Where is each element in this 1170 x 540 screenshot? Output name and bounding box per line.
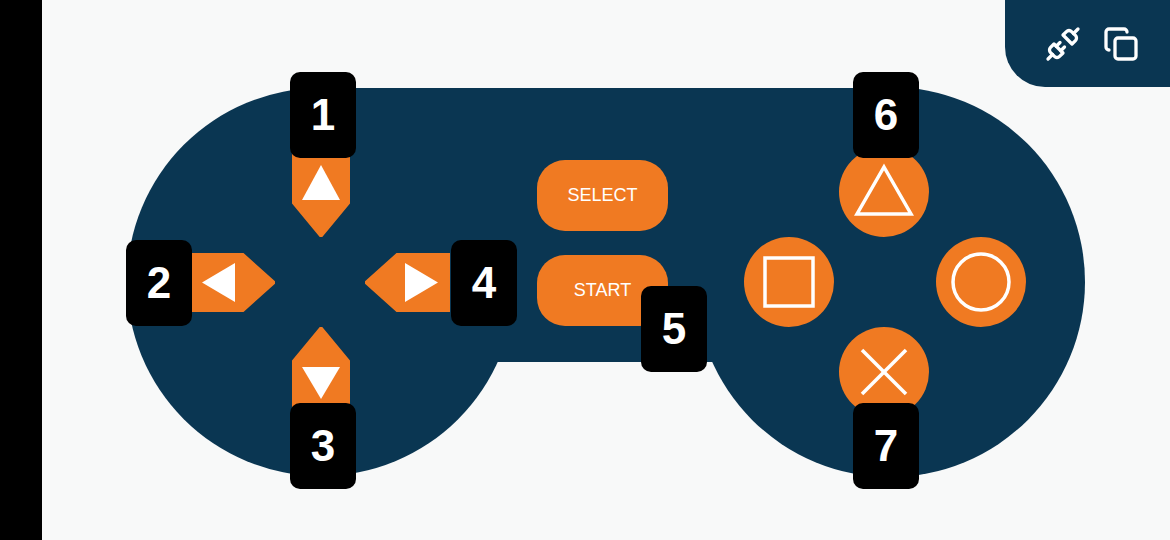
left-edge-bar	[0, 0, 42, 540]
dpad-down-button[interactable]	[292, 327, 350, 410]
number-badge: 7	[853, 403, 919, 489]
number-badge: 2	[126, 240, 192, 326]
dpad-up-button[interactable]	[292, 150, 350, 237]
number-badge: 1	[290, 72, 356, 158]
dpad-right-button[interactable]	[365, 253, 450, 312]
square-icon	[759, 252, 819, 312]
cross-icon	[854, 342, 914, 402]
number-badge: 5	[641, 286, 707, 372]
disconnect-button[interactable]	[1045, 26, 1081, 62]
gamepad-screen: 1234SELECTSTART567	[0, 0, 1170, 540]
arrow-left-icon	[190, 253, 275, 312]
circle-icon	[951, 252, 1011, 312]
unplug-icon	[1045, 26, 1081, 62]
arrow-up-icon	[292, 150, 350, 237]
copy-icon	[1103, 26, 1139, 62]
number-badge: 4	[451, 240, 517, 326]
number-badge: 3	[290, 403, 356, 489]
square-button[interactable]	[744, 237, 834, 327]
number-badge: 6	[853, 72, 919, 158]
center-button[interactable]: SELECT	[537, 160, 668, 231]
window-button[interactable]	[1103, 26, 1139, 62]
arrow-down-icon	[292, 327, 350, 410]
triangle-button[interactable]	[839, 147, 929, 237]
arrow-right-icon	[365, 253, 450, 312]
circle-button[interactable]	[936, 237, 1026, 327]
dpad-left-button[interactable]	[190, 253, 275, 312]
triangle-icon	[854, 162, 914, 222]
top-right-toolbar	[1005, 0, 1170, 87]
